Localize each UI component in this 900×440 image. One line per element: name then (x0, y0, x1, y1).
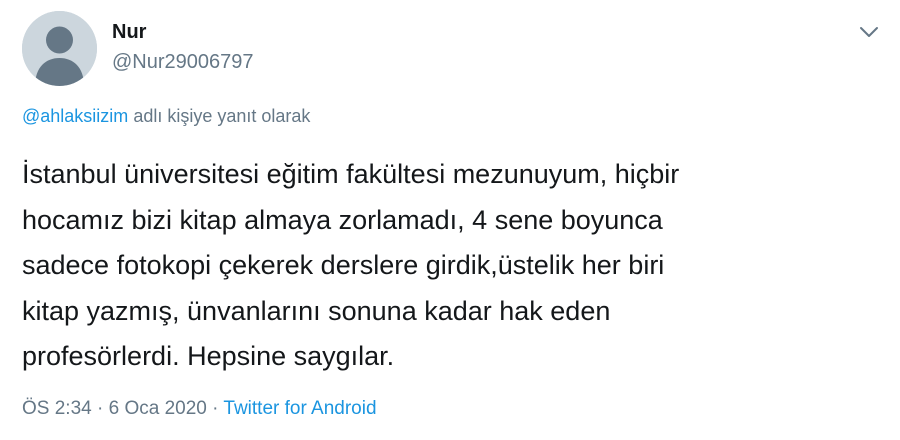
tweet-time-link[interactable]: ÖS 2:34 (22, 398, 92, 419)
reply-context-text: adlı kişiye yanıt olarak (133, 106, 311, 126)
meta-separator: · (212, 398, 219, 419)
tweet-text-line: profesörlerdi. Hepsine saygılar. (22, 341, 395, 371)
author-handle[interactable]: @Nur29006797 (112, 51, 254, 74)
tweet-meta: ÖS 2:34 · 6 Oca 2020 · Twitter for Andro… (22, 398, 377, 420)
meta-separator: · (97, 398, 104, 419)
chevron-down-icon (860, 27, 878, 37)
tweet-text-line: kitap yazmış, ünvanlarını sonuna kadar h… (22, 295, 611, 326)
reply-context: @ahlaksiizim adlı kişiye yanıt olarak (22, 106, 310, 127)
tweet-text-line: İstanbul üniversitesi eğitim fakültesi m… (22, 159, 680, 189)
reply-mention-link[interactable]: @ahlaksiizim (22, 106, 128, 126)
tweet-menu-button[interactable] (856, 22, 882, 42)
tweet-source-link[interactable]: Twitter for Android (223, 398, 376, 419)
tweet-text-line: sadece fotokopi çekerek derslere girdik,… (22, 250, 665, 280)
avatar[interactable] (22, 11, 97, 86)
tweet: Nur @Nur29006797 @ahlaksiizim adlı kişiy… (0, 0, 900, 440)
author-display-name[interactable]: Nur (112, 21, 146, 44)
tweet-date-link[interactable]: 6 Oca 2020 (109, 398, 207, 419)
tweet-text-line: hocamız bizi kitap almaya zorlamadı, 4 s… (22, 204, 663, 235)
default-profile-icon (22, 11, 97, 86)
tweet-text: İstanbul üniversitesi eğitim fakültesi m… (22, 152, 882, 380)
